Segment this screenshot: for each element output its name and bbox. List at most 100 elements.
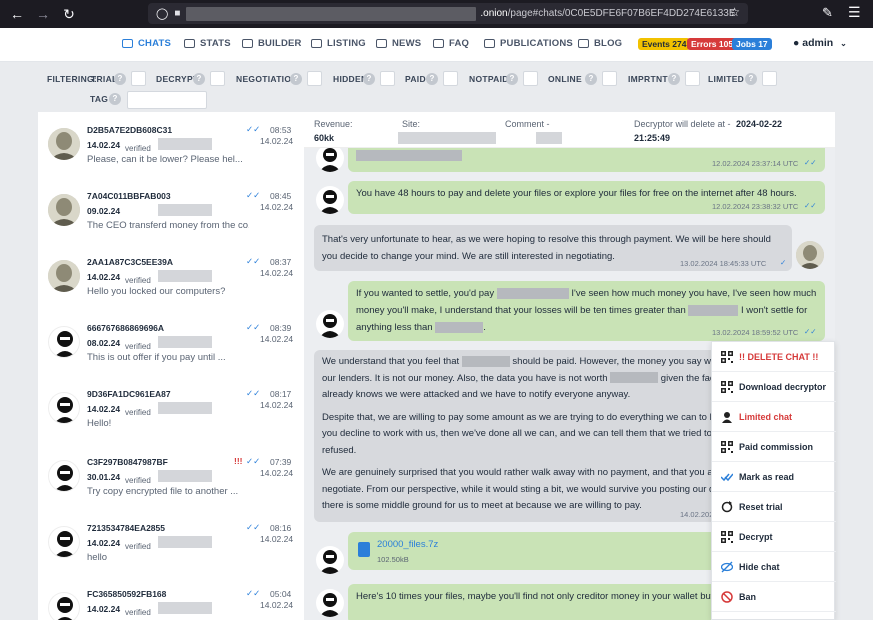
message-redacted	[461, 355, 510, 367]
help-icon[interactable]: ?	[426, 73, 438, 85]
hacker-avatar	[48, 592, 80, 620]
message-text: there is some middle ground for us to me…	[322, 500, 642, 511]
menu-item-ban[interactable]: Ban	[712, 582, 836, 612]
help-icon[interactable]: ?	[506, 73, 518, 85]
chat-list-item[interactable]: C3F297B0847987BF 30.01.24 verified Try copy…	[38, 452, 304, 518]
chat-list-item[interactable]: 9D36FA1DC961EA87 14.02.24 verified Hello! ✓✓…	[38, 384, 304, 450]
help-icon[interactable]: ?	[363, 73, 375, 85]
chat-date: 08.02.24	[87, 338, 121, 348]
chat-list-item[interactable]: 7213534784EA2855 14.02.24 verified hello ✓✓ 0…	[38, 518, 304, 584]
filter-imprtnt-checkbox[interactable]	[685, 71, 700, 86]
help-icon[interactable]: ?	[109, 93, 121, 105]
chat-day: 14.02.24	[260, 534, 294, 544]
filter-bar: FILTERING: TRIAL ? DECRYPT ? NEGOTIATION…	[0, 62, 873, 110]
chat-list-item[interactable]: D2B5A7E2DB608C31 14.02.24 verified Please, …	[38, 120, 304, 186]
errors-badge[interactable]: Errors 105	[687, 38, 738, 50]
nav-blog[interactable]: BLOG	[578, 38, 622, 49]
chat-id: 7213534784EA2855	[87, 523, 165, 533]
filter-limited-checkbox[interactable]	[762, 71, 777, 86]
filter-hidden-checkbox[interactable]	[380, 71, 395, 86]
star-icon[interactable]: ☆	[729, 5, 740, 19]
context-menu: !! DELETE CHAT !! Download decryptor Limit…	[711, 341, 836, 620]
revenue-label: Revenue:	[314, 119, 353, 129]
help-icon[interactable]: ?	[193, 73, 205, 85]
menu-item-hide-chat[interactable]: Hide chat	[712, 552, 836, 582]
menu-item-paid-commission[interactable]: Paid commission	[712, 432, 836, 462]
reload-icon[interactable]: ↻	[56, 6, 82, 23]
menu-item-label: Download decryptor	[739, 381, 827, 392]
chat-list-item[interactable]: 2AA1A87C3C5EE39A 14.02.24 verified Hello yo…	[38, 252, 304, 318]
help-icon[interactable]: ?	[745, 73, 757, 85]
message-meta: 12.02.2024 23:38:32 UTC	[712, 202, 799, 211]
publications-icon	[484, 39, 495, 48]
help-icon[interactable]: ?	[668, 73, 680, 85]
nav-listing[interactable]: LISTING	[311, 38, 366, 49]
url-host: .onion	[480, 8, 508, 19]
filter-imprtnt-label: IMPRTNT	[628, 74, 668, 84]
help-icon[interactable]: ?	[290, 73, 302, 85]
message-text: negotiate. From our perspective, while i…	[322, 483, 723, 495]
chat-header: Revenue: 60kk Site: Comment - Decryptor …	[304, 112, 835, 148]
events-badge[interactable]: Events 274	[638, 38, 691, 50]
message-meta: 13.02.2024 18:59:52 UTC	[712, 328, 799, 337]
chat-redacted	[158, 270, 212, 282]
chat-list-item[interactable]: 7A04C011BBFAB003 09.02.24 The CEO transfer…	[38, 186, 304, 252]
filter-paid-checkbox[interactable]	[443, 71, 458, 86]
nav-builder[interactable]: BUILDER	[242, 38, 302, 49]
menu-item-label: Hide chat	[739, 561, 780, 572]
news-icon	[376, 39, 387, 48]
message-text: already knows we were attacked and we ha…	[322, 389, 631, 400]
extensions-icon[interactable]: ✎	[822, 5, 833, 21]
user-name: admin	[802, 37, 834, 49]
file-size: 102.50kB	[377, 555, 409, 564]
menu-item-label: Mark as read	[739, 471, 795, 482]
menu-item-mark-as-read[interactable]: Mark as read	[712, 462, 836, 492]
menu-item-limited-chat[interactable]: Limited chat	[712, 402, 836, 432]
help-icon[interactable]: ?	[585, 73, 597, 85]
chat-id: 7A04C011BBFAB003	[87, 191, 171, 201]
filter-online-checkbox[interactable]	[602, 71, 617, 86]
nav-stats[interactable]: STATS	[184, 38, 231, 49]
chat-redacted	[158, 602, 212, 614]
verified-label: verified	[125, 476, 151, 485]
filter-decrypt-checkbox[interactable]	[210, 71, 225, 86]
menu-icon[interactable]: ☰	[848, 4, 861, 21]
decryptor-label: Decryptor will delete at -	[634, 119, 731, 129]
chat-list-item[interactable]: 666767686869696A 08.02.24 verified This is …	[38, 318, 304, 384]
menu-item-delete-chat[interactable]: !! DELETE CHAT !!	[712, 342, 836, 372]
nav-chats[interactable]: CHATS	[122, 38, 171, 49]
nav-label: STATS	[200, 38, 231, 49]
qr-icon	[721, 441, 733, 453]
tag-input[interactable]	[127, 91, 207, 109]
chat-date: 14.02.24	[87, 140, 121, 150]
menu-item-decrypt[interactable]: Decrypt	[712, 522, 836, 552]
forward-icon[interactable]: →	[30, 6, 56, 22]
chat-redacted	[158, 204, 212, 216]
chat-id: D2B5A7E2DB608C31	[87, 125, 173, 135]
menu-item-download-decryptor[interactable]: Download decryptor	[712, 372, 836, 402]
nav-faq[interactable]: FAQ	[433, 38, 469, 49]
chat-time: 08:37	[270, 257, 292, 267]
chat-redacted	[158, 470, 212, 482]
nav-publications[interactable]: PUBLICATIONS	[484, 38, 573, 49]
filter-trial-checkbox[interactable]	[131, 71, 146, 86]
hacker-avatar	[316, 589, 344, 617]
comment-redacted	[536, 132, 562, 144]
menu-item-reset-trial[interactable]: Reset trial	[712, 492, 836, 522]
nav-news[interactable]: NEWS	[376, 38, 421, 49]
jobs-badge[interactable]: Jobs 17	[732, 38, 772, 50]
chat-preview: Please, can it be lower? Please hel...	[87, 154, 243, 165]
chat-day: 14.02.24	[260, 468, 294, 478]
chat-list-item[interactable]: FC365850592FB168 14.02.24 verified ✓✓ 05:04 1…	[38, 584, 304, 620]
franklin-avatar	[48, 128, 80, 160]
address-bar[interactable]: ◯ ■ .onion/page#chats/0C0E5DFE6F07B6EF4D…	[148, 3, 748, 24]
shield-icon: ◯	[156, 8, 169, 20]
verified-label: verified	[125, 144, 151, 153]
back-icon[interactable]: ←	[4, 6, 30, 22]
message-text: You have 48 hours to pay and delete your…	[356, 188, 797, 199]
verified-label: verified	[125, 408, 151, 417]
user-menu[interactable]: ● admin ⌄	[793, 37, 847, 49]
help-icon[interactable]: ?	[114, 73, 126, 85]
filter-negotiation-checkbox[interactable]	[307, 71, 322, 86]
filter-notpaid-checkbox[interactable]	[523, 71, 538, 86]
